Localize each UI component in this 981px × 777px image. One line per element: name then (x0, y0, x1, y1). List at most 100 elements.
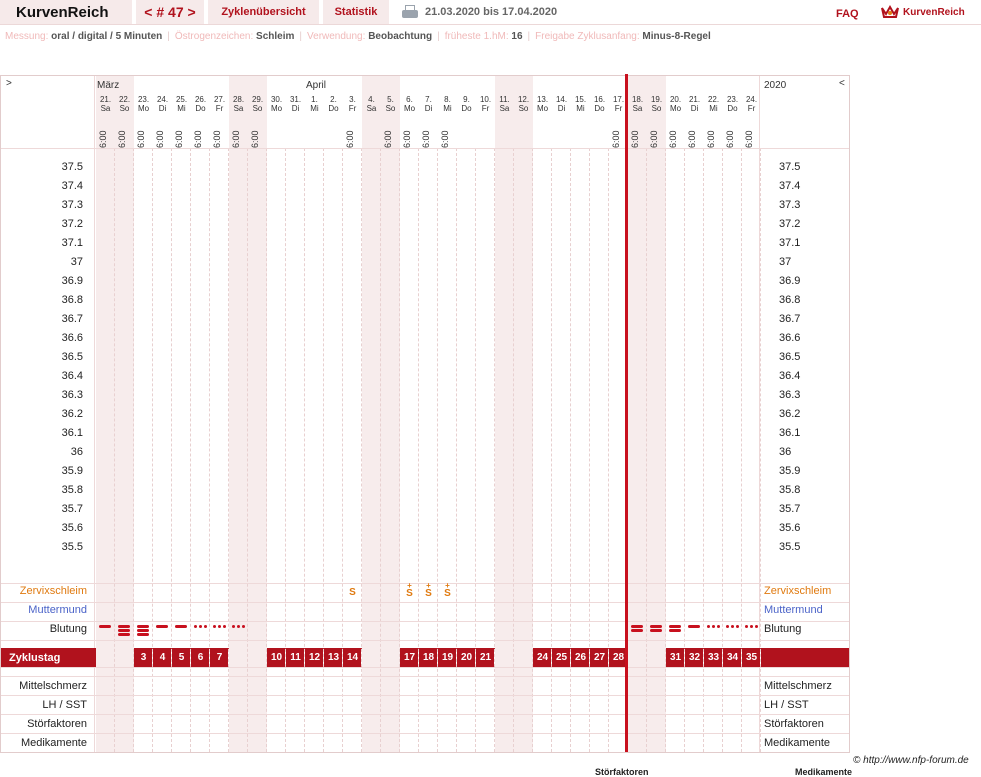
mucus-mark: + S (419, 582, 438, 599)
temp-label-left: 37.4 (61, 180, 83, 192)
row-label-lh: LH / SST (42, 699, 87, 711)
day-date: 18. Sa (628, 95, 647, 113)
temp-label-right: 35.6 (779, 522, 801, 534)
day-number: 25. (175, 95, 188, 104)
day-column: 23. Do 6:00 (723, 76, 742, 752)
measure-time (307, 126, 321, 148)
day-date: 23. Do (723, 95, 742, 113)
faq-link[interactable]: FAQ (836, 8, 859, 20)
day-date: 7. Di (419, 95, 438, 113)
spot-dot (717, 625, 720, 628)
day-weekday: Fr (348, 104, 357, 113)
day-column: 22. Mi 6:00 (704, 76, 723, 752)
bleeding-bar (175, 625, 187, 628)
spot-dot (242, 625, 245, 628)
brand-link[interactable]: KurvenReich (881, 3, 965, 21)
row-label-mittelschmerz: Mittelschmerz (19, 680, 87, 692)
day-number: 31. (289, 95, 302, 104)
settings-bar: Messung: oral / digital / 5 Minuten | Östr… (5, 31, 715, 42)
day-date: 13. Mo (533, 95, 552, 113)
day-column: 27. Fr 6:00 (210, 76, 229, 752)
day-column: 23. Mo 6:00 (134, 76, 153, 752)
month-label: März (97, 80, 120, 91)
measure-time: 6:00 (611, 130, 621, 148)
temp-label-right: 36.5 (779, 351, 801, 363)
day-number: 24. (156, 95, 169, 104)
day-column: 4. Sa (362, 76, 381, 752)
row-label-right-medi: Medikamente (764, 737, 831, 749)
day-number: 3. (349, 95, 356, 104)
temp-label-left: 35.8 (61, 484, 83, 496)
temp-label-right: 35.5 (779, 541, 801, 553)
day-number: 23. (726, 95, 739, 104)
day-weekday: Di (557, 104, 566, 113)
grid-hline (1, 602, 849, 603)
day-number: 18. (631, 95, 644, 104)
day-weekday: So (252, 104, 263, 113)
temp-label-right: 36.7 (779, 313, 801, 325)
day-date: 20. Mo (666, 95, 685, 113)
day-column: 9. Do (457, 76, 476, 752)
day-number: 27. (213, 95, 226, 104)
app-logo[interactable]: KurvenReich (0, 0, 132, 24)
day-number: 22. (118, 95, 131, 104)
spot-dot (731, 625, 734, 628)
spot-dot (223, 625, 226, 628)
setting-key: Messung: (5, 31, 49, 42)
spot-dot (755, 625, 758, 628)
measure-time (516, 126, 530, 148)
spotting-dots (213, 625, 226, 628)
crown-icon (881, 5, 899, 19)
day-date: 9. Do (457, 95, 476, 113)
cycle-navigator[interactable]: < # 47 > (136, 0, 204, 24)
temp-label-right: 36.6 (779, 332, 801, 344)
row-label-muttermund: Muttermund (28, 604, 87, 616)
grid-hline (1, 733, 849, 734)
measure-time: 6:00 (630, 130, 640, 148)
day-column: 14. Di (552, 76, 571, 752)
measure-time: 6:00 (136, 130, 146, 148)
day-number: 1. (311, 95, 318, 104)
setting-key: Freigabe Zyklusanfang: (535, 31, 640, 42)
row-label-right-mittelschmerz: Mittelschmerz (764, 680, 832, 692)
day-column: 24. Di 6:00 (153, 76, 172, 752)
day-date: 26. Do (191, 95, 210, 113)
day-number: 15. (574, 95, 587, 104)
mucus-mark: + S (400, 582, 419, 599)
day-date: 31. Di (286, 95, 305, 113)
day-number: 10. (479, 95, 492, 104)
measure-time: 6:00 (725, 130, 735, 148)
temp-label-right: 35.7 (779, 503, 801, 515)
temp-label-left: 36.3 (61, 389, 83, 401)
tab-statistics[interactable]: Statistik (323, 0, 389, 24)
row-label-zervix: Zervixschleim (19, 585, 87, 597)
day-number: 11. (499, 95, 510, 104)
temp-label-left: 36.9 (61, 275, 83, 287)
tab-cycle-overview[interactable]: Zyklenübersicht (208, 0, 319, 24)
day-weekday: Fr (481, 104, 490, 113)
bleeding-bar (156, 625, 168, 628)
day-date: 21. Di (685, 95, 704, 113)
temp-label-right: 36.1 (779, 427, 801, 439)
measure-time: 6:00 (687, 130, 697, 148)
scroll-left-arrow[interactable]: > (6, 78, 12, 89)
setting-value: 16 (511, 31, 523, 42)
day-column: 15. Mi (571, 76, 590, 752)
temp-label-right: 37.1 (779, 237, 801, 249)
settings-separator: | (437, 31, 440, 42)
bleeding-bar (137, 629, 149, 632)
day-number: 13. (536, 95, 549, 104)
spot-dot (194, 625, 197, 628)
day-number: 21. (688, 95, 701, 104)
day-column: 7. Di 6:00 (419, 76, 438, 752)
day-weekday: Fr (747, 104, 756, 113)
scroll-right-arrow[interactable]: < (839, 78, 845, 89)
day-number: 5. (387, 95, 394, 104)
measure-time: 6:00 (706, 130, 716, 148)
printer-icon[interactable] (402, 5, 418, 19)
day-number: 14. (555, 95, 568, 104)
day-weekday: Fr (215, 104, 224, 113)
measure-time (497, 126, 511, 148)
day-weekday: Sa (366, 104, 377, 113)
day-number: 26. (194, 95, 207, 104)
